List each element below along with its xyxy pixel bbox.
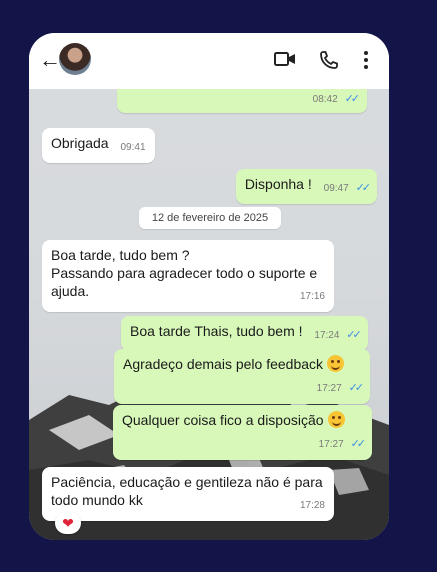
message-time: 09:41 bbox=[120, 142, 146, 153]
read-ticks-icon: ✓✓ bbox=[350, 438, 367, 450]
message-time: 09:47 bbox=[323, 183, 349, 194]
date-separator: 12 de fevereiro de 2025 bbox=[139, 207, 281, 229]
read-ticks-icon: ✓✓ bbox=[348, 382, 365, 394]
avatar[interactable] bbox=[59, 43, 91, 75]
message-outgoing[interactable]: Boa tarde Thais, tudo bem ! 17:24 ✓✓ bbox=[121, 316, 368, 351]
message-text: Boa tarde Thais, tudo bem ! bbox=[130, 323, 303, 339]
message-outgoing[interactable]: Disponha ! 09:47 ✓✓ bbox=[235, 169, 377, 204]
message-outgoing[interactable]: Agradeço demais pelo feedback 17:27 ✓✓ bbox=[114, 349, 370, 404]
read-ticks-icon: ✓✓ bbox=[346, 329, 362, 341]
heart-icon: ❤ bbox=[62, 515, 74, 531]
message-text: Agradeço demais pelo feedback bbox=[123, 356, 324, 372]
smiling-face-icon bbox=[327, 355, 345, 372]
back-arrow-icon[interactable]: ← bbox=[39, 49, 61, 71]
message-text: Qualquer coisa fico a disposição bbox=[122, 412, 324, 428]
video-call-icon[interactable] bbox=[274, 51, 296, 67]
read-ticks-icon: ✓✓ bbox=[355, 182, 372, 194]
phone-call-icon[interactable] bbox=[319, 50, 339, 70]
message-incoming[interactable]: Obrigada 09:41 bbox=[42, 128, 155, 163]
message-text: Obrigada bbox=[51, 135, 109, 151]
read-ticks-icon: ✓✓ bbox=[344, 93, 361, 105]
message-time: 17:24 bbox=[314, 330, 340, 341]
more-options-icon[interactable] bbox=[363, 50, 369, 70]
reaction-badge[interactable]: ❤ bbox=[55, 512, 81, 534]
message-time: 17:27 bbox=[316, 383, 342, 394]
message-time: 08:42 bbox=[312, 94, 338, 105]
message-text: Disponha ! bbox=[244, 176, 312, 192]
chat-window: ← 08:42 ✓✓ Obrigada 09:41 Disponha ! 09:… bbox=[29, 33, 389, 540]
message-time: 17:27 bbox=[318, 439, 344, 450]
relieved-face-icon bbox=[327, 411, 345, 428]
message-outgoing[interactable]: Qualquer coisa fico a disposição 17:27 ✓… bbox=[113, 405, 372, 460]
message-time: 17:16 bbox=[299, 291, 325, 302]
chat-header: ← bbox=[29, 33, 389, 89]
message-incoming[interactable]: Paciência, educação e gentileza não é pa… bbox=[42, 467, 334, 521]
message-incoming[interactable]: Boa tarde, tudo bem ? Passando para agra… bbox=[42, 240, 334, 312]
